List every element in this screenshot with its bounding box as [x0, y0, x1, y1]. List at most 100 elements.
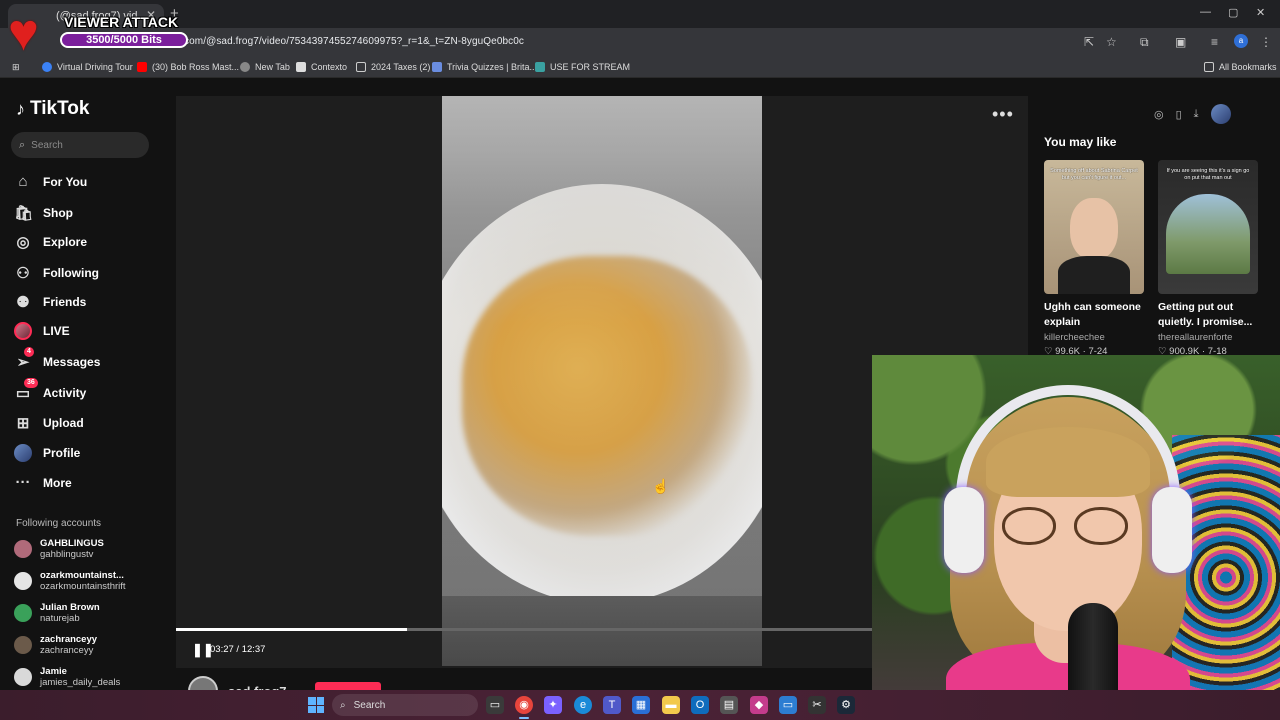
activity-icon: ▭ 36: [14, 378, 38, 402]
outlook-icon[interactable]: O: [691, 696, 709, 714]
maximize-icon[interactable]: ▢: [1228, 6, 1238, 19]
nav-following[interactable]: ⚇ Following: [14, 264, 99, 282]
nav-for-you[interactable]: ⌂ For You: [14, 173, 87, 190]
taskbar-search[interactable]: ⌕ Search: [332, 694, 478, 716]
tiktok-logo[interactable]: ♪ TikTok: [16, 98, 89, 120]
headphone-band: [956, 385, 1180, 525]
nav-friends[interactable]: ⚉ Friends: [14, 293, 86, 311]
search-input[interactable]: ⌕ Search: [11, 132, 149, 158]
coins-icon[interactable]: ◎: [1154, 108, 1164, 121]
following-account[interactable]: Jamie jamies_daily_deals: [14, 666, 120, 688]
video-progress-fill: [176, 628, 407, 631]
card-user: killercheechee: [1044, 332, 1105, 343]
folder-icon[interactable]: ▬: [662, 696, 680, 714]
follow-button[interactable]: [315, 682, 381, 690]
face-image: [1070, 198, 1118, 260]
screen: (@sad.frog7) vid... ✕ + — ▢ ✕ com/@sad.f…: [0, 0, 1280, 720]
active-app-indicator: [519, 717, 529, 719]
bookmark-folder[interactable]: 2024 Taxes (2): [356, 62, 430, 72]
install-icon[interactable]: ⇱: [1084, 35, 1094, 49]
following-accounts-title: Following accounts: [16, 518, 102, 529]
stream-icon: [535, 62, 545, 72]
streamer-image: [936, 377, 1200, 720]
nav-activity[interactable]: ▭ 36 Activity: [14, 378, 86, 402]
bookmark-item[interactable]: Virtual Driving Tour: [42, 62, 133, 72]
nav-live[interactable]: LIVE: [14, 322, 70, 340]
teams-icon[interactable]: T: [603, 696, 621, 714]
apps-grid-icon[interactable]: ⊞: [12, 62, 20, 73]
following-account[interactable]: Julian Brown naturejab: [14, 602, 100, 624]
viewer-attack-title: VIEWER ATTACK: [64, 14, 179, 30]
minimize-icon[interactable]: —: [1200, 6, 1211, 18]
following-account[interactable]: ozarkmountainst... ozarkmountainsthrift: [14, 570, 126, 592]
avatar: [14, 668, 32, 686]
compass-icon: ◎: [16, 234, 30, 251]
video-frame[interactable]: [442, 96, 762, 666]
bookmark-item[interactable]: (30) Bob Ross Mast...: [137, 62, 239, 72]
avatar: [14, 636, 32, 654]
all-bookmarks[interactable]: All Bookmarks: [1204, 62, 1277, 72]
user-avatar[interactable]: [1210, 104, 1231, 124]
nav-explore[interactable]: ◎ Explore: [14, 233, 87, 251]
home-icon: ⌂: [18, 173, 28, 190]
device-icon[interactable]: ▯: [1176, 108, 1182, 121]
nav-shop[interactable]: 🛍 Shop: [14, 204, 73, 222]
contexto-icon: [296, 62, 306, 72]
windows-taskbar: ⌕ Search ▭ ◉ ✦ e T ▦ ▬ O ▤ ◆ ▭ ✂ ⚙: [0, 690, 1280, 720]
more-options-icon[interactable]: •••: [992, 104, 1014, 125]
side-panel-icon[interactable]: ▣: [1175, 35, 1186, 49]
url-text[interactable]: com/@sad.frog7/video/7534397455274609975…: [184, 36, 524, 47]
messages-badge: 4: [24, 347, 34, 357]
bookmark-item[interactable]: New Tab: [240, 62, 290, 72]
you-may-like-title: You may like: [1044, 135, 1117, 149]
nav-messages[interactable]: ➢ 4 Messages: [14, 347, 100, 371]
following-account[interactable]: zachranceyy zachranceyy: [14, 634, 97, 656]
steam-icon[interactable]: ⚙: [837, 696, 855, 714]
download-icon[interactable]: ⤓: [1194, 108, 1199, 121]
nav-more[interactable]: ··· More: [14, 474, 72, 491]
card-thumbnail[interactable]: Something off about Sabrina Carpet but y…: [1044, 160, 1144, 294]
earcup-right: [1152, 487, 1192, 573]
webcam-overlay: [872, 355, 1280, 720]
following-account[interactable]: GAHBLINGUS gahblingustv: [14, 538, 104, 560]
nav-upload[interactable]: ⊞ Upload: [14, 414, 84, 432]
windows-start-icon[interactable]: [308, 697, 324, 713]
chrome-icon[interactable]: ◉: [515, 696, 533, 714]
heart-icon: ♥: [8, 4, 39, 62]
extensions-icon[interactable]: ⧉: [1140, 35, 1149, 50]
edge-icon[interactable]: e: [574, 696, 592, 714]
bookmark-item[interactable]: Contexto: [296, 62, 347, 72]
video-time: 03:27 / 12:37: [210, 644, 266, 655]
nav-profile[interactable]: Profile: [14, 444, 80, 462]
screen-icon[interactable]: ▭: [779, 696, 797, 714]
bits-progress-bar: 3500/5000 Bits: [60, 32, 188, 48]
profile-avatar[interactable]: a: [1234, 34, 1248, 48]
recommended-card[interactable]: Something off about Sabrina Carpet but y…: [1044, 160, 1144, 357]
task-view-icon[interactable]: ▭: [486, 696, 504, 714]
calculator-icon[interactable]: ▤: [720, 696, 738, 714]
card-user: thereallaurenforte: [1158, 332, 1233, 343]
card-thumbnail[interactable]: If you are seeing this it's a sign go on…: [1158, 160, 1258, 294]
media-icon[interactable]: ≡: [1211, 35, 1218, 49]
video-progress-bar[interactable]: [176, 628, 876, 631]
globe-icon: [42, 62, 52, 72]
recommended-card[interactable]: If you are seeing this it's a sign go on…: [1158, 160, 1258, 357]
globe-icon: [240, 62, 250, 72]
mouse-cursor-icon: ☝: [652, 478, 670, 494]
upload-icon: ⊞: [16, 415, 30, 432]
bookmarks-bar: ⊞ Virtual Driving Tour (30) Bob Ross Mas…: [0, 56, 1280, 78]
menu-kebab-icon[interactable]: ⋮: [1260, 35, 1272, 49]
viewer-attack-badge: ♥ 3500/5000 Bits VIEWER ATTACK: [8, 4, 188, 62]
close-window-icon[interactable]: ✕: [1256, 6, 1265, 19]
app-icon[interactable]: ◆: [750, 696, 768, 714]
porch-image: [1166, 194, 1250, 274]
capcut-icon[interactable]: ✂: [808, 696, 826, 714]
bookmark-item[interactable]: Trivia Quizzes | Brita...: [432, 62, 537, 72]
bookmark-item[interactable]: USE FOR STREAM: [535, 62, 630, 72]
friends-icon: ⚉: [16, 294, 30, 311]
copilot-icon[interactable]: ✦: [544, 696, 562, 714]
earcup-left: [944, 487, 984, 573]
messages-icon: ➢ 4: [14, 347, 34, 371]
store-icon[interactable]: ▦: [632, 696, 650, 714]
bookmark-star-icon[interactable]: ☆: [1106, 35, 1117, 49]
